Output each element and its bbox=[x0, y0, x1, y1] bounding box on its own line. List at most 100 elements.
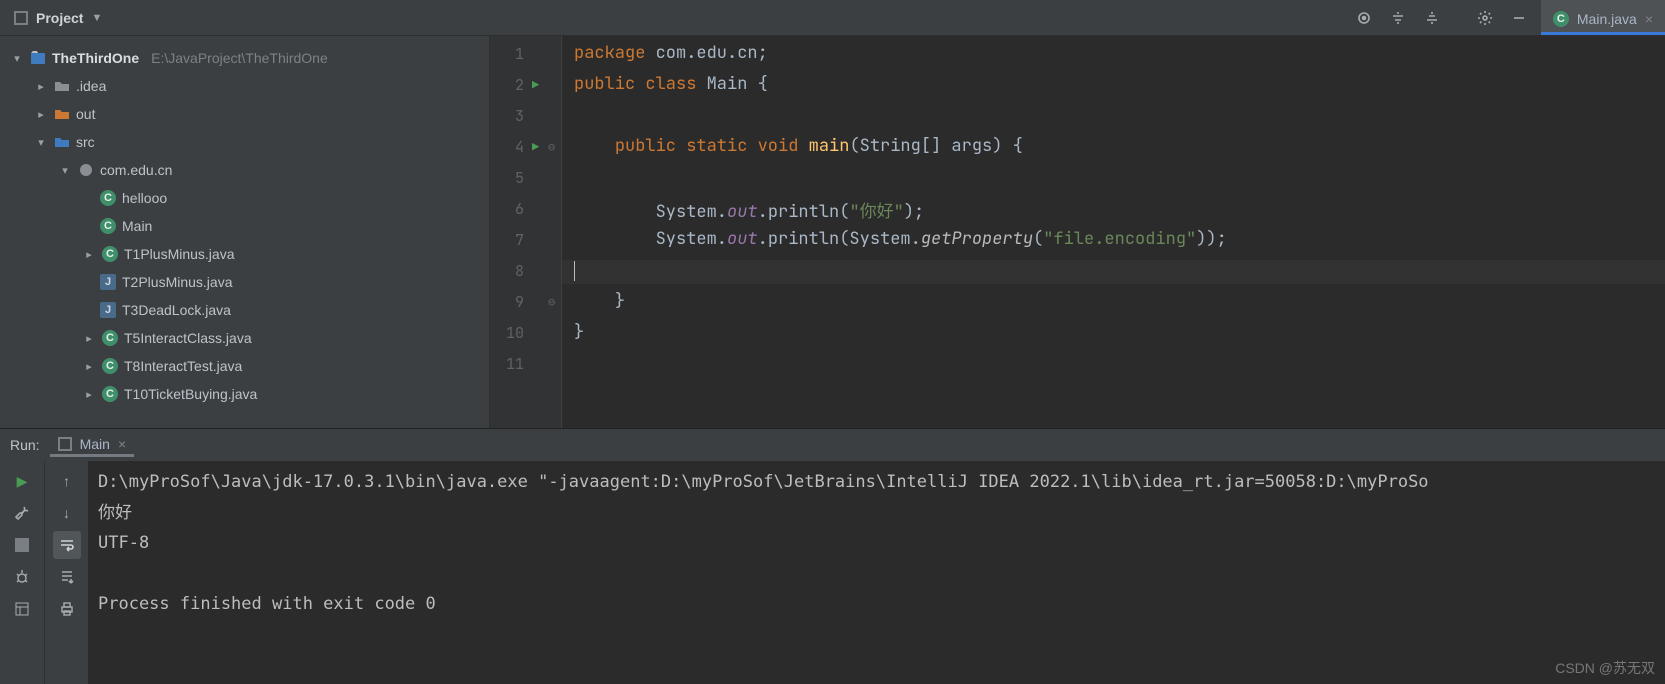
console-line: Process finished with exit code 0 bbox=[98, 594, 436, 614]
console-line: D:\myProSof\Java\jdk-17.0.3.1\bin\java.e… bbox=[98, 472, 1429, 492]
run-config-tab[interactable]: Main × bbox=[50, 434, 135, 457]
class-icon: C bbox=[100, 218, 116, 234]
tree-root-path: E:\JavaProject\TheThirdOne bbox=[151, 50, 328, 66]
editor-tab-label: Main.java bbox=[1577, 11, 1637, 27]
class-icon: C bbox=[1553, 11, 1569, 27]
project-label: Project bbox=[36, 10, 83, 26]
console-line: 你好 bbox=[98, 503, 132, 523]
text-caret bbox=[574, 261, 575, 281]
run-side-toolbar-right: ↑ ↓ bbox=[44, 461, 88, 684]
expand-all-button[interactable] bbox=[1384, 4, 1412, 32]
tree-item-t1[interactable]: ▸ C T1PlusMinus.java bbox=[0, 240, 489, 268]
line-number: 11 bbox=[490, 354, 530, 374]
line-number: 5 bbox=[490, 168, 530, 188]
editor-tab-main-java[interactable]: C Main.java × bbox=[1541, 0, 1665, 35]
print-button[interactable] bbox=[53, 595, 81, 623]
chevron-right-icon[interactable]: ▸ bbox=[82, 360, 96, 373]
folder-icon bbox=[54, 134, 70, 150]
tree-item-package[interactable]: ▾ com.edu.cn bbox=[0, 156, 489, 184]
tree-item-label: out bbox=[76, 106, 95, 122]
folder-icon bbox=[54, 78, 70, 94]
chevron-right-icon[interactable]: ▸ bbox=[34, 80, 48, 93]
line-number: 7 bbox=[490, 230, 530, 250]
rerun-button[interactable]: ▶ bbox=[8, 467, 36, 495]
fold-icon[interactable]: ⊖ bbox=[548, 294, 560, 310]
select-opened-file-button[interactable] bbox=[1350, 4, 1378, 32]
hide-button[interactable] bbox=[1505, 4, 1533, 32]
stop-button[interactable] bbox=[8, 531, 36, 559]
scroll-to-end-button[interactable] bbox=[53, 563, 81, 591]
run-tab-label: Main bbox=[80, 436, 110, 452]
wrench-button[interactable] bbox=[8, 499, 36, 527]
line-number: 8 bbox=[490, 261, 530, 281]
tree-item-label: T1PlusMinus.java bbox=[124, 246, 235, 262]
line-number: 10 bbox=[490, 323, 530, 343]
module-icon bbox=[30, 50, 46, 66]
folder-icon bbox=[54, 106, 70, 122]
tree-item-t10[interactable]: ▸ C T10TicketBuying.java bbox=[0, 380, 489, 408]
code-editor[interactable]: 1 2 ▶ 3 4 ▶ ⊖ 5 6 7 8 9 ⊖ 10 11 package … bbox=[490, 36, 1665, 428]
chevron-right-icon[interactable]: ▸ bbox=[34, 108, 48, 121]
tree-item-t3[interactable]: J T3DeadLock.java bbox=[0, 296, 489, 324]
line-number: 3 bbox=[490, 106, 530, 126]
java-file-icon: J bbox=[100, 274, 116, 290]
run-label: Run: bbox=[10, 437, 40, 453]
tree-item-label: hellooo bbox=[122, 190, 167, 206]
tree-item-main[interactable]: C Main bbox=[0, 212, 489, 240]
tree-item-idea[interactable]: ▸ .idea bbox=[0, 72, 489, 100]
tree-item-label: T5InteractClass.java bbox=[124, 330, 252, 346]
settings-button[interactable] bbox=[1471, 4, 1499, 32]
editor-tabs: C Main.java × bbox=[1541, 0, 1665, 35]
chevron-down-icon[interactable]: ▾ bbox=[34, 136, 48, 149]
chevron-down-icon: ▼ bbox=[91, 12, 102, 24]
tree-root[interactable]: ▾ TheThirdOne E:\JavaProject\TheThirdOne bbox=[0, 44, 489, 72]
line-number: 9 bbox=[490, 292, 530, 312]
chevron-down-icon[interactable]: ▾ bbox=[10, 52, 24, 65]
chevron-down-icon[interactable]: ▾ bbox=[58, 164, 72, 177]
tree-item-t2[interactable]: J T2PlusMinus.java bbox=[0, 268, 489, 296]
top-toolbar: Project ▼ C Main.java × bbox=[0, 0, 1665, 36]
chevron-right-icon[interactable]: ▸ bbox=[82, 248, 96, 261]
tree-item-label: com.edu.cn bbox=[100, 162, 172, 178]
collapse-all-button[interactable] bbox=[1418, 4, 1446, 32]
console-output[interactable]: D:\myProSof\Java\jdk-17.0.3.1\bin\java.e… bbox=[88, 461, 1665, 684]
chevron-right-icon[interactable]: ▸ bbox=[82, 388, 96, 401]
tree-item-label: TheThirdOne bbox=[52, 50, 139, 66]
package-icon bbox=[78, 162, 94, 178]
code-area[interactable]: package com.edu.cn; public class Main { … bbox=[562, 36, 1665, 428]
tree-item-t5[interactable]: ▸ C T5InteractClass.java bbox=[0, 324, 489, 352]
run-gutter-icon[interactable]: ▶ bbox=[532, 139, 544, 155]
project-toolbar-actions bbox=[1350, 0, 1541, 35]
chevron-right-icon[interactable]: ▸ bbox=[82, 332, 96, 345]
tree-item-label: Main bbox=[122, 218, 152, 234]
tree-item-label: T10TicketBuying.java bbox=[124, 386, 257, 402]
tree-item-label: T3DeadLock.java bbox=[122, 302, 231, 318]
tree-item-label: T8InteractTest.java bbox=[124, 358, 242, 374]
line-number: 4 bbox=[490, 137, 530, 157]
run-gutter-icon[interactable]: ▶ bbox=[532, 77, 544, 93]
debug-button[interactable] bbox=[8, 563, 36, 591]
class-icon: C bbox=[102, 386, 118, 402]
class-icon: C bbox=[102, 330, 118, 346]
fold-icon[interactable]: ⊖ bbox=[548, 139, 560, 155]
project-toolwindow-tab[interactable]: Project ▼ bbox=[0, 0, 112, 35]
close-icon[interactable]: × bbox=[1645, 11, 1653, 27]
java-file-icon: J bbox=[100, 302, 116, 318]
line-number: 2 bbox=[490, 75, 530, 95]
run-header: Run: Main × bbox=[0, 429, 1665, 461]
tree-item-src[interactable]: ▾ src bbox=[0, 128, 489, 156]
editor-gutter: 1 2 ▶ 3 4 ▶ ⊖ 5 6 7 8 9 ⊖ 10 11 bbox=[490, 36, 562, 428]
tree-item-t8[interactable]: ▸ C T8InteractTest.java bbox=[0, 352, 489, 380]
soft-wrap-button[interactable] bbox=[53, 531, 81, 559]
project-tree[interactable]: ▾ TheThirdOne E:\JavaProject\TheThirdOne… bbox=[0, 36, 490, 428]
down-button[interactable]: ↓ bbox=[53, 499, 81, 527]
tree-item-out[interactable]: ▸ out bbox=[0, 100, 489, 128]
close-icon[interactable]: × bbox=[118, 436, 126, 452]
run-tool-window: Run: Main × ▶ ↑ ↓ D:\myProSof\ bbox=[0, 428, 1665, 684]
watermark: CSDN @苏无双 bbox=[1555, 658, 1655, 678]
tree-item-label: T2PlusMinus.java bbox=[122, 274, 233, 290]
up-button[interactable]: ↑ bbox=[53, 467, 81, 495]
application-icon bbox=[58, 437, 72, 451]
tree-item-hellooo[interactable]: C hellooo bbox=[0, 184, 489, 212]
layout-button[interactable] bbox=[8, 595, 36, 623]
